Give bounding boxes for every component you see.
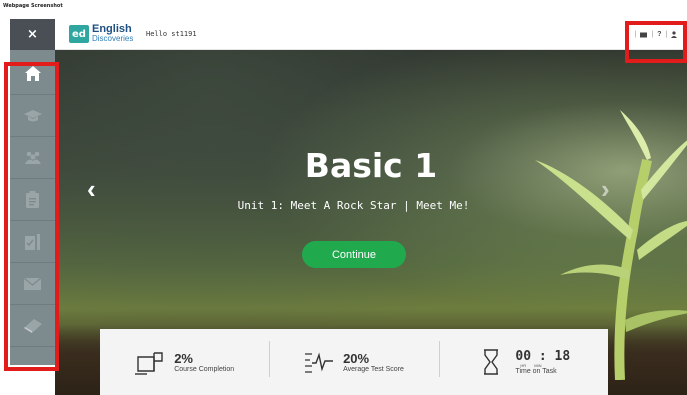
screenshot-caption: Webpage Screenshot (3, 3, 63, 9)
logo-mark: ed (69, 25, 89, 43)
course-title: Basic 1 (304, 146, 438, 185)
time-on-task-label: Time on Task (515, 367, 557, 375)
pulse-chart-icon (304, 349, 334, 375)
time-on-task-stat[interactable]: 00 : 18 HR MIN Time on Task (438, 329, 608, 395)
header-icons-highlight-box (625, 21, 687, 63)
average-test-score-label: Average Test Score (343, 365, 404, 373)
unit-subtitle: Unit 1: Meet A Rock Star | Meet Me! (237, 199, 470, 212)
english-discoveries-logo[interactable]: ed English Discoveries (69, 23, 134, 44)
continue-button[interactable]: Continue (302, 241, 406, 268)
sidebar-highlight-box (4, 62, 59, 371)
hourglass-icon (476, 349, 506, 375)
time-on-task-value: 00 : 18 (515, 348, 571, 364)
progress-stats: 2% Course Completion 20% Average Test Sc… (100, 329, 608, 395)
course-completion-stat[interactable]: 2% Course Completion (100, 329, 269, 395)
top-header: × ed English Discoveries Hello st1191 | … (10, 19, 687, 50)
logo-line1: English (92, 23, 132, 35)
user-greeting: Hello st1191 (146, 30, 197, 38)
logo-line2: Discoveries (92, 34, 134, 43)
course-completion-label: Course Completion (174, 365, 235, 373)
logo-text: English Discoveries (92, 23, 134, 44)
flag-icon (135, 349, 165, 375)
average-test-score-stat[interactable]: 20% Average Test Score (269, 329, 438, 395)
close-menu-button[interactable]: × (10, 19, 55, 50)
average-test-score-value: 20% (343, 350, 370, 366)
course-completion-value: 2% (174, 350, 193, 366)
